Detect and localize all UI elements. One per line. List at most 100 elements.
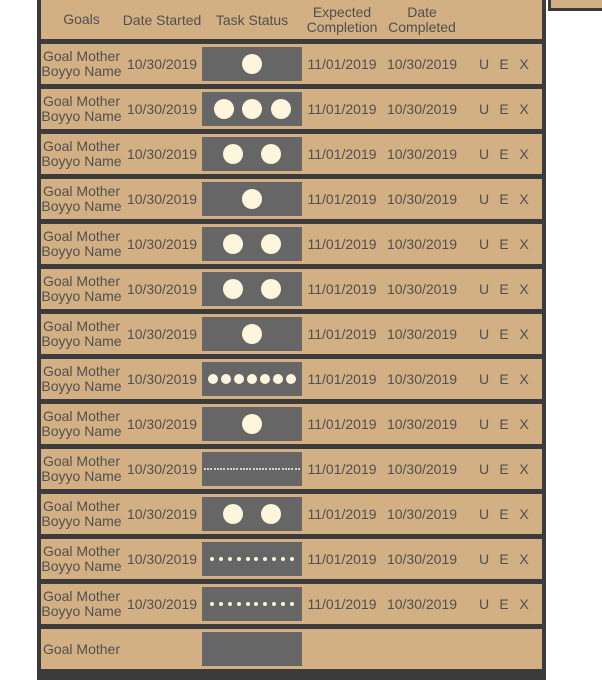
update-button[interactable]: U [474, 236, 494, 252]
status-dot-icon [226, 468, 229, 470]
status-dot-icon [260, 374, 270, 384]
goal-name: Goal Mother [42, 640, 121, 657]
date-started: 10/30/2019 [126, 191, 198, 207]
update-button[interactable]: U [474, 326, 494, 342]
status-dot-icon [252, 468, 255, 470]
goal-name: Goal Mother Boyyo Name [41, 408, 122, 439]
status-dot-icon [233, 468, 236, 470]
status-dot-icon [216, 468, 219, 470]
task-status [202, 407, 302, 441]
update-button[interactable]: U [474, 371, 494, 387]
edit-button[interactable]: E [494, 371, 514, 387]
task-status-indicator [202, 92, 302, 126]
task-status [202, 137, 302, 171]
status-dot-icon [242, 189, 262, 209]
update-button[interactable]: U [474, 506, 494, 522]
update-button[interactable]: U [474, 281, 494, 297]
edit-button[interactable]: E [494, 461, 514, 477]
table-row: Goal Mother Boyyo Name 10/30/2019 11/01/20… [41, 359, 542, 399]
task-status [202, 47, 302, 81]
expected-completion: 11/01/2019 [307, 415, 377, 432]
header-goals: Goals [63, 11, 100, 27]
goal-name: Goal Mother Boyyo Name [41, 48, 122, 79]
edit-button[interactable]: E [494, 191, 514, 207]
delete-button[interactable]: X [514, 371, 534, 387]
delete-button[interactable]: X [514, 101, 534, 117]
date-completed: 10/30/2019 [386, 235, 458, 252]
edit-button[interactable]: E [494, 326, 514, 342]
update-button[interactable]: U [474, 416, 494, 432]
edit-button[interactable]: E [494, 56, 514, 72]
edit-button[interactable]: E [494, 101, 514, 117]
status-dot-icon [268, 468, 271, 470]
update-button[interactable]: U [474, 101, 494, 117]
table-row: Goal Mother Boyyo Name 10/30/2019 11/01/20… [41, 89, 542, 129]
task-status-indicator [202, 542, 302, 576]
delete-button[interactable]: X [514, 506, 534, 522]
table-row: Goal Mother Boyyo Name 10/30/2019 11/01/20… [41, 404, 542, 444]
edit-button[interactable]: E [494, 281, 514, 297]
status-dot-icon [220, 468, 223, 470]
delete-button[interactable]: X [514, 236, 534, 252]
delete-button[interactable]: X [514, 191, 534, 207]
task-status [202, 182, 302, 216]
table-body: Goal Mother Boyyo Name 10/30/2019 11/01/20… [41, 39, 542, 669]
status-dot-icon [286, 374, 296, 384]
update-button[interactable]: U [474, 551, 494, 567]
table-row: Goal Mother [41, 629, 542, 669]
status-dot-icon [218, 602, 223, 606]
status-dot-icon [290, 557, 295, 561]
delete-button[interactable]: X [514, 281, 534, 297]
delete-button[interactable]: X [514, 326, 534, 342]
task-status [202, 272, 302, 306]
task-status [202, 542, 302, 576]
date-completed: 10/30/2019 [386, 100, 458, 117]
task-status-indicator [202, 182, 302, 216]
edit-button[interactable]: E [494, 506, 514, 522]
delete-button[interactable]: X [514, 416, 534, 432]
expected-completion: 11/01/2019 [307, 190, 377, 207]
delete-button[interactable]: X [514, 596, 534, 612]
table-header: Goals Date Started Task Status Expected … [41, 0, 542, 39]
status-dot-icon [209, 557, 214, 561]
status-dot-icon [242, 414, 262, 434]
update-button[interactable]: U [474, 146, 494, 162]
date-completed: 10/30/2019 [386, 325, 458, 342]
table-row: Goal Mother Boyyo Name 10/30/2019 11/01/20… [41, 224, 542, 264]
expected-completion: 11/01/2019 [307, 145, 377, 162]
task-status [202, 497, 302, 531]
update-button[interactable]: U [474, 56, 494, 72]
date-started: 10/30/2019 [126, 56, 198, 72]
status-dot-icon [263, 557, 268, 561]
date-started: 10/30/2019 [126, 326, 198, 342]
edit-button[interactable]: E [494, 236, 514, 252]
status-dot-icon [213, 99, 234, 119]
status-dot-icon [223, 504, 243, 524]
edit-button[interactable]: E [494, 416, 514, 432]
goal-name: Goal Mother Boyyo Name [41, 318, 122, 349]
table-row: Goal Mother Boyyo Name 10/30/2019 11/01/20… [41, 44, 542, 84]
delete-button[interactable]: X [514, 461, 534, 477]
date-completed: 10/30/2019 [386, 145, 458, 162]
date-completed: 10/30/2019 [386, 370, 458, 387]
status-dot-icon [227, 557, 232, 561]
status-dot-icon [223, 279, 243, 299]
status-dot-icon [258, 468, 261, 470]
edit-button[interactable]: E [494, 146, 514, 162]
expected-completion: 11/01/2019 [307, 235, 377, 252]
delete-button[interactable]: X [514, 551, 534, 567]
task-status-indicator [202, 227, 302, 261]
expected-completion: 11/01/2019 [307, 370, 377, 387]
delete-button[interactable]: X [514, 146, 534, 162]
update-button[interactable]: U [474, 191, 494, 207]
update-button[interactable]: U [474, 596, 494, 612]
status-dot-icon [236, 602, 241, 606]
table-row: Goal Mother Boyyo Name 10/30/2019 11/01/20… [41, 584, 542, 624]
edit-button[interactable]: E [494, 596, 514, 612]
table-row: Goal Mother Boyyo Name 10/30/2019 11/01/20… [41, 269, 542, 309]
update-button[interactable]: U [474, 461, 494, 477]
delete-button[interactable]: X [514, 56, 534, 72]
row-actions: UEX [462, 416, 542, 432]
task-status [202, 92, 302, 126]
edit-button[interactable]: E [494, 551, 514, 567]
